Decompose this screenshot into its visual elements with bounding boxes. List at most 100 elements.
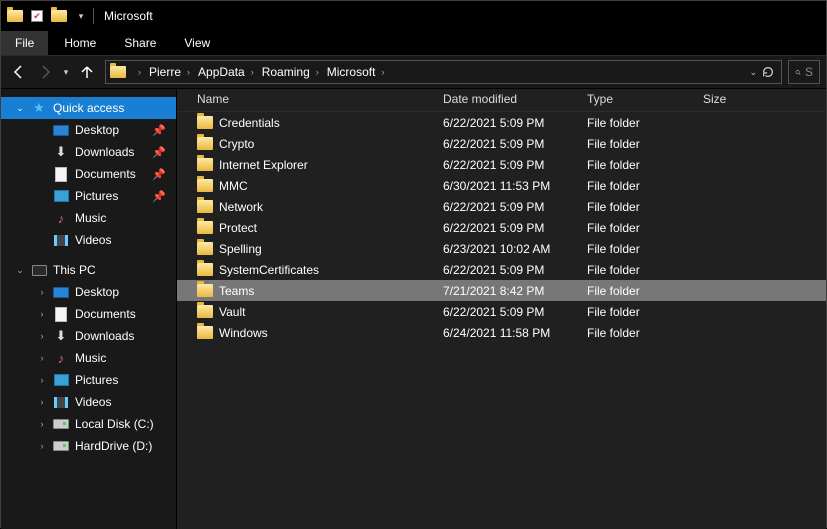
table-row[interactable]: Credentials6/22/2021 5:09 PMFile folder <box>177 112 826 133</box>
address-folder-icon <box>110 64 126 80</box>
new-folder-icon[interactable] <box>51 8 67 24</box>
crumb-roaming[interactable]: Roaming› <box>258 61 323 83</box>
sidebar-quick-access[interactable]: ⌄ ★ Quick access <box>1 97 176 119</box>
nav-bar: ▾ › Pierre› AppData› Roaming› Microsoft›… <box>1 55 826 89</box>
file-name: Credentials <box>219 116 280 130</box>
col-date[interactable]: Date modified <box>437 92 581 106</box>
folder-icon <box>197 304 213 320</box>
table-row[interactable]: Vault6/22/2021 5:09 PMFile folder <box>177 301 826 322</box>
pc-icon <box>31 262 47 278</box>
table-row[interactable]: MMC6/30/2021 11:53 PMFile folder <box>177 175 826 196</box>
sidebar-item-documents[interactable]: Documents📌 <box>1 163 176 185</box>
tab-share[interactable]: Share <box>110 31 170 55</box>
drive-icon <box>53 438 69 454</box>
table-row[interactable]: Teams7/21/2021 8:42 PMFile folder <box>177 280 826 301</box>
col-type[interactable]: Type <box>581 92 697 106</box>
file-date: 6/22/2021 5:09 PM <box>437 200 581 214</box>
tab-view[interactable]: View <box>170 31 224 55</box>
sidebar-item-videos[interactable]: Videos <box>1 229 176 251</box>
separator <box>93 8 94 24</box>
star-icon: ★ <box>31 100 47 116</box>
music-icon: ♪ <box>53 350 69 366</box>
file-type: File folder <box>581 221 697 235</box>
sidebar-item-harddrive-d-[interactable]: ›HardDrive (D:) <box>1 435 176 457</box>
file-type: File folder <box>581 242 697 256</box>
ribbon-tabs: File Home Share View <box>1 31 826 55</box>
crumb-chevron-root[interactable]: › <box>128 61 145 83</box>
folder-icon <box>197 157 213 173</box>
recent-dropdown[interactable]: ▾ <box>59 58 73 86</box>
crumb-pierre[interactable]: Pierre› <box>145 61 194 83</box>
pic-icon <box>53 372 69 388</box>
table-row[interactable]: Network6/22/2021 5:09 PMFile folder <box>177 196 826 217</box>
sidebar-item-label: Desktop <box>75 123 146 137</box>
file-date: 6/22/2021 5:09 PM <box>437 263 581 277</box>
search-box[interactable]: S <box>788 60 820 84</box>
file-type: File folder <box>581 116 697 130</box>
desktop-icon <box>53 122 69 138</box>
file-type: File folder <box>581 200 697 214</box>
file-name: Crypto <box>219 137 254 151</box>
window-title: Microsoft <box>104 9 153 23</box>
file-date: 6/30/2021 11:53 PM <box>437 179 581 193</box>
file-date: 6/24/2021 11:58 PM <box>437 326 581 340</box>
tab-file[interactable]: File <box>1 31 48 55</box>
sidebar-label: This PC <box>53 263 176 277</box>
sidebar-item-label: Music <box>75 211 176 225</box>
file-name: SystemCertificates <box>219 263 319 277</box>
table-row[interactable]: SystemCertificates6/22/2021 5:09 PMFile … <box>177 259 826 280</box>
sidebar-item-label: Music <box>75 351 176 365</box>
sidebar-item-label: HardDrive (D:) <box>75 439 176 453</box>
file-name: Spelling <box>219 242 262 256</box>
refresh-button[interactable] <box>761 65 775 79</box>
search-icon <box>795 66 801 79</box>
table-row[interactable]: Crypto6/22/2021 5:09 PMFile folder <box>177 133 826 154</box>
table-row[interactable]: Internet Explorer6/22/2021 5:09 PMFile f… <box>177 154 826 175</box>
tab-home[interactable]: Home <box>50 31 110 55</box>
nav-pane: ⌄ ★ Quick access Desktop📌⬇Downloads📌Docu… <box>1 89 177 529</box>
crumb-appdata[interactable]: AppData› <box>194 61 258 83</box>
sidebar-item-local-disk-c-[interactable]: ›Local Disk (C:) <box>1 413 176 435</box>
file-date: 7/21/2021 8:42 PM <box>437 284 581 298</box>
sidebar-item-desktop[interactable]: Desktop📌 <box>1 119 176 141</box>
main-area: ⌄ ★ Quick access Desktop📌⬇Downloads📌Docu… <box>1 89 826 529</box>
sidebar-item-desktop[interactable]: ›Desktop <box>1 281 176 303</box>
back-button[interactable] <box>7 58 31 86</box>
file-name: MMC <box>219 179 248 193</box>
folder-icon <box>197 220 213 236</box>
file-type: File folder <box>581 137 697 151</box>
sidebar-item-documents[interactable]: ›Documents <box>1 303 176 325</box>
sidebar-item-pictures[interactable]: Pictures 📌 <box>1 185 176 207</box>
sidebar-item-pictures[interactable]: ›Pictures <box>1 369 176 391</box>
col-name[interactable]: Name <box>191 92 437 106</box>
col-size[interactable]: Size <box>697 92 777 106</box>
sidebar-item-music[interactable]: ♪Music <box>1 207 176 229</box>
sidebar-item-label: Videos <box>75 233 176 247</box>
pin-icon: 📌 <box>152 190 166 203</box>
up-button[interactable] <box>75 58 99 86</box>
crumb-microsoft[interactable]: Microsoft› <box>323 61 389 83</box>
file-date: 6/22/2021 5:09 PM <box>437 221 581 235</box>
sidebar-item-label: Documents <box>75 167 146 181</box>
address-bar[interactable]: › Pierre› AppData› Roaming› Microsoft› ⌄ <box>105 60 782 84</box>
forward-button[interactable] <box>33 58 57 86</box>
sidebar-item-videos[interactable]: ›Videos <box>1 391 176 413</box>
properties-icon[interactable]: ✔ <box>29 8 45 24</box>
pic-icon <box>53 188 69 204</box>
folder-icon <box>197 325 213 341</box>
sidebar-item-label: Pictures <box>75 373 176 387</box>
sidebar-item-label: Local Disk (C:) <box>75 417 176 431</box>
file-type: File folder <box>581 158 697 172</box>
table-row[interactable]: Protect6/22/2021 5:09 PMFile folder <box>177 217 826 238</box>
app-folder-icon <box>7 8 23 24</box>
file-name: Internet Explorer <box>219 158 308 172</box>
sidebar-this-pc[interactable]: ⌄ This PC <box>1 259 176 281</box>
sidebar-item-label: Pictures <box>75 189 146 203</box>
address-dropdown-icon[interactable]: ⌄ <box>749 67 757 78</box>
qat-dropdown-icon[interactable]: ▾ <box>73 8 89 24</box>
table-row[interactable]: Windows6/24/2021 11:58 PMFile folder <box>177 322 826 343</box>
sidebar-item-downloads[interactable]: ⬇Downloads📌 <box>1 141 176 163</box>
sidebar-item-downloads[interactable]: ›⬇Downloads <box>1 325 176 347</box>
table-row[interactable]: Spelling6/23/2021 10:02 AMFile folder <box>177 238 826 259</box>
sidebar-item-music[interactable]: ›♪Music <box>1 347 176 369</box>
